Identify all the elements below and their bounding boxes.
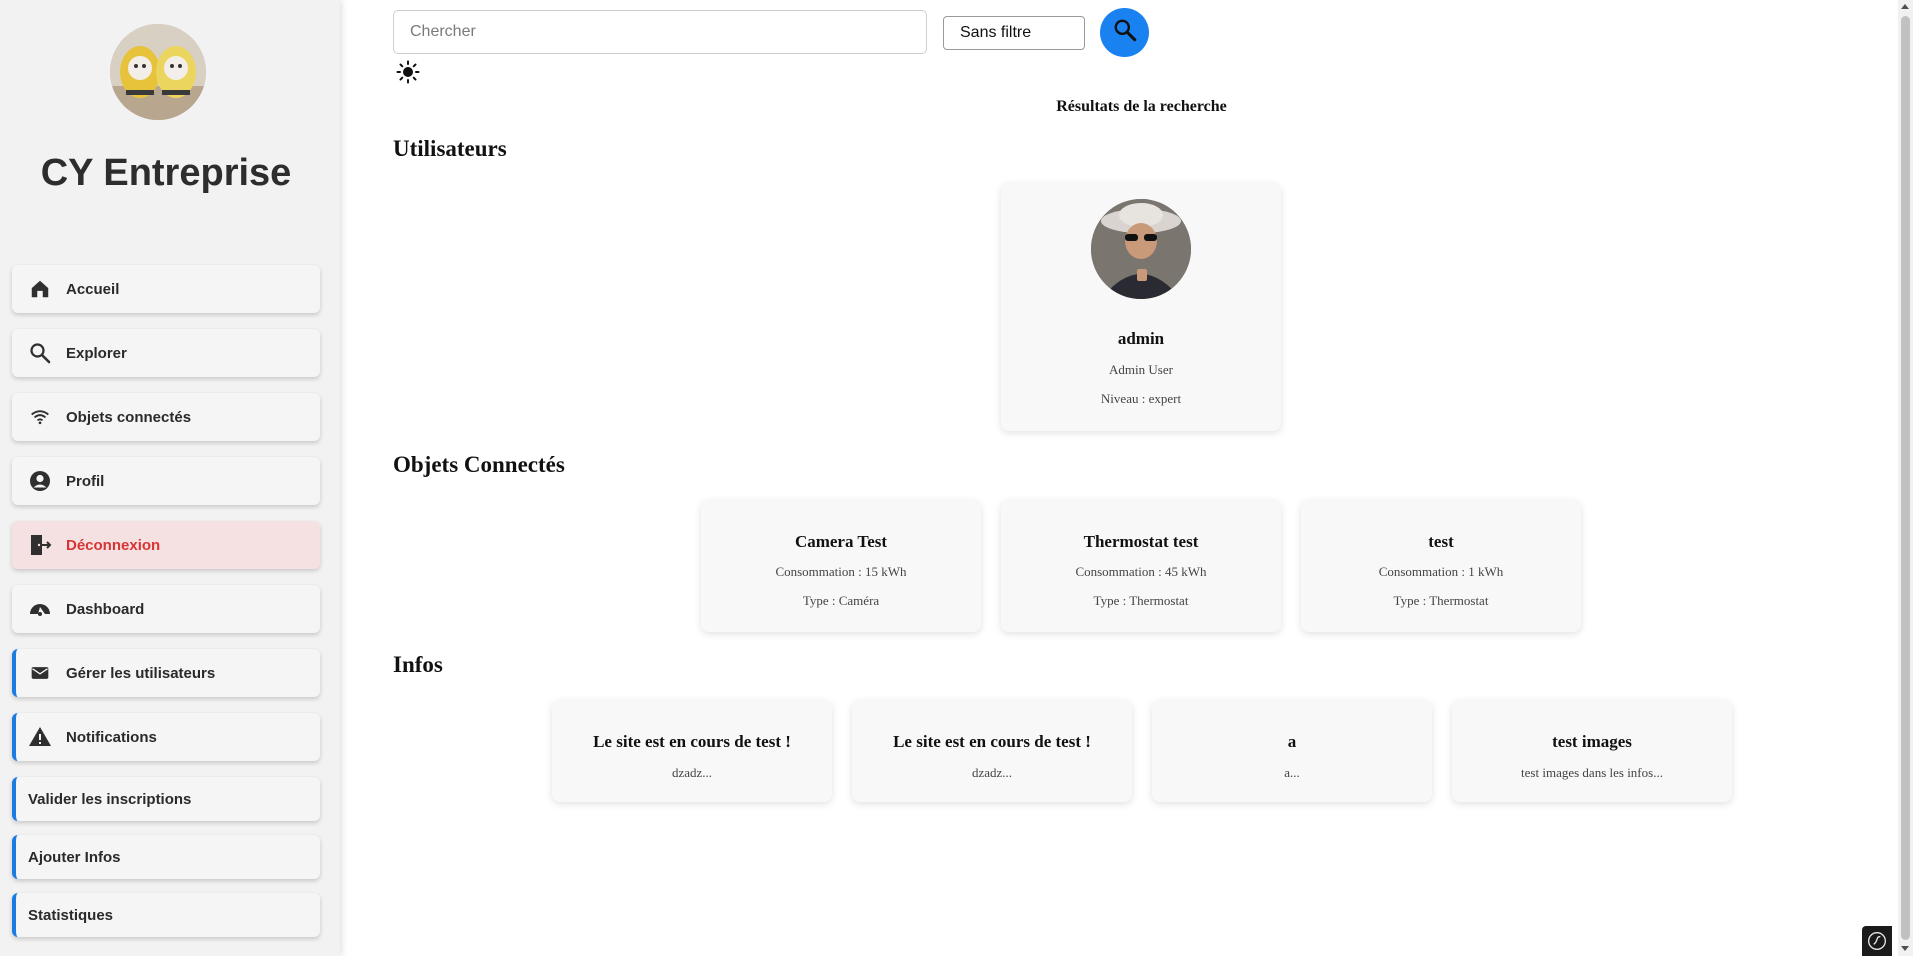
- object-card[interactable]: Camera Test Consommation : 15 kWh Type :…: [701, 500, 981, 632]
- info-card[interactable]: Le site est en cours de test ! dzadz...: [852, 700, 1132, 802]
- info-title: Le site est en cours de test !: [593, 732, 791, 751]
- warning-icon: [28, 725, 52, 749]
- nav-valider-inscriptions-label: Valider les inscriptions: [28, 790, 192, 808]
- object-name: Camera Test: [794, 532, 888, 551]
- nav-notifications[interactable]: Notifications: [12, 713, 320, 761]
- object-card[interactable]: Thermostat test Consommation : 45 kWh Ty…: [1001, 500, 1281, 632]
- info-card[interactable]: Le site est en cours de test ! dzadz...: [552, 700, 832, 802]
- vertical-scrollbar[interactable]: [1898, 0, 1913, 956]
- object-consumption: Consommation : 15 kWh: [775, 564, 907, 579]
- info-title: test images: [1552, 732, 1632, 751]
- nav-accueil[interactable]: Accueil: [12, 265, 320, 313]
- object-type: Type : Thermostat: [1393, 593, 1489, 608]
- info-card[interactable]: a a...: [1152, 700, 1432, 802]
- filter-select-value: Sans filtre: [960, 24, 1032, 41]
- info-card[interactable]: test images test images dans les infos..…: [1452, 700, 1732, 802]
- nav-gerer-utilisateurs-label: Gérer les utilisateurs: [66, 664, 216, 682]
- nav-explorer[interactable]: Explorer: [12, 329, 320, 377]
- nav-dashboard[interactable]: Dashboard: [12, 585, 320, 633]
- search-icon: [28, 341, 52, 365]
- user-avatar: [1091, 199, 1191, 299]
- nav-valider-inscriptions[interactable]: Valider les inscriptions: [12, 777, 320, 821]
- nav-statistiques[interactable]: Statistiques: [12, 893, 320, 937]
- nav-objets-connectes-label: Objets connectés: [66, 408, 192, 426]
- search-button[interactable]: [1100, 8, 1149, 57]
- info-title: Le site est en cours de test !: [893, 732, 1091, 751]
- object-consumption: Consommation : 45 kWh: [1075, 564, 1207, 579]
- home-icon: [28, 277, 52, 301]
- info-excerpt: dzadz...: [971, 765, 1013, 780]
- scrollbar-thumb[interactable]: [1901, 16, 1910, 940]
- scroll-up-arrow-icon[interactable]: [1901, 4, 1909, 9]
- wifi-icon: [28, 405, 52, 429]
- company-logo: [110, 24, 206, 120]
- results-title: Résultats de la recherche: [1056, 98, 1227, 115]
- nav-ajouter-infos[interactable]: Ajouter Infos: [12, 835, 320, 879]
- mail-icon: [28, 661, 52, 685]
- nav-objets-connectes[interactable]: Objets connectés: [12, 393, 320, 441]
- brand-name: CY Entreprise: [40, 152, 292, 194]
- nav-notifications-label: Notifications: [66, 728, 157, 746]
- nav-statistiques-label: Statistiques: [28, 906, 114, 924]
- user-card[interactable]: admin Admin User Niveau : expert: [1001, 183, 1281, 431]
- filter-select[interactable]: Sans filtre: [943, 16, 1085, 50]
- object-type: Type : Thermostat: [1093, 593, 1189, 608]
- object-name: Thermostat test: [1083, 532, 1199, 551]
- scroll-down-arrow-icon[interactable]: [1901, 946, 1909, 951]
- info-title: a: [1287, 732, 1297, 751]
- objects-section-title: Objets Connectés: [393, 452, 565, 477]
- nav-profil-label: Profil: [66, 472, 105, 490]
- infos-section-title: Infos: [393, 652, 443, 677]
- search-input[interactable]: [393, 10, 927, 54]
- user-circle-icon: [28, 469, 52, 493]
- nav-deconnexion-label: Déconnexion: [66, 536, 161, 554]
- nav-deconnexion[interactable]: Déconnexion: [12, 521, 320, 569]
- info-excerpt: dzadz...: [671, 765, 713, 780]
- nav-gerer-utilisateurs[interactable]: Gérer les utilisateurs: [12, 649, 320, 697]
- user-username: admin: [1117, 329, 1165, 348]
- nav-profil[interactable]: Profil: [12, 457, 320, 505]
- user-level: Niveau : expert: [1100, 391, 1182, 406]
- symfony-toolbar-icon[interactable]: [1862, 926, 1892, 956]
- nav-accueil-label: Accueil: [66, 280, 120, 298]
- gauge-icon: [28, 597, 52, 621]
- search-icon: [1112, 17, 1138, 48]
- object-card[interactable]: test Consommation : 1 kWh Type : Thermos…: [1301, 500, 1581, 632]
- object-type: Type : Caméra: [802, 593, 880, 608]
- user-fullname: Admin User: [1109, 362, 1173, 377]
- object-consumption: Consommation : 1 kWh: [1378, 564, 1504, 579]
- nav-dashboard-label: Dashboard: [66, 600, 145, 618]
- theme-toggle-sun-icon[interactable]: [396, 60, 420, 84]
- object-name: test: [1428, 532, 1454, 551]
- nav-explorer-label: Explorer: [66, 344, 127, 362]
- users-section-title: Utilisateurs: [393, 136, 507, 161]
- nav-ajouter-infos-label: Ajouter Infos: [28, 848, 121, 866]
- logout-icon: [28, 533, 52, 557]
- info-excerpt: a...: [1284, 765, 1300, 780]
- sidebar: CY Entreprise Accueil Explorer Objets co…: [0, 0, 340, 956]
- info-excerpt: test images dans les infos...: [1521, 765, 1663, 780]
